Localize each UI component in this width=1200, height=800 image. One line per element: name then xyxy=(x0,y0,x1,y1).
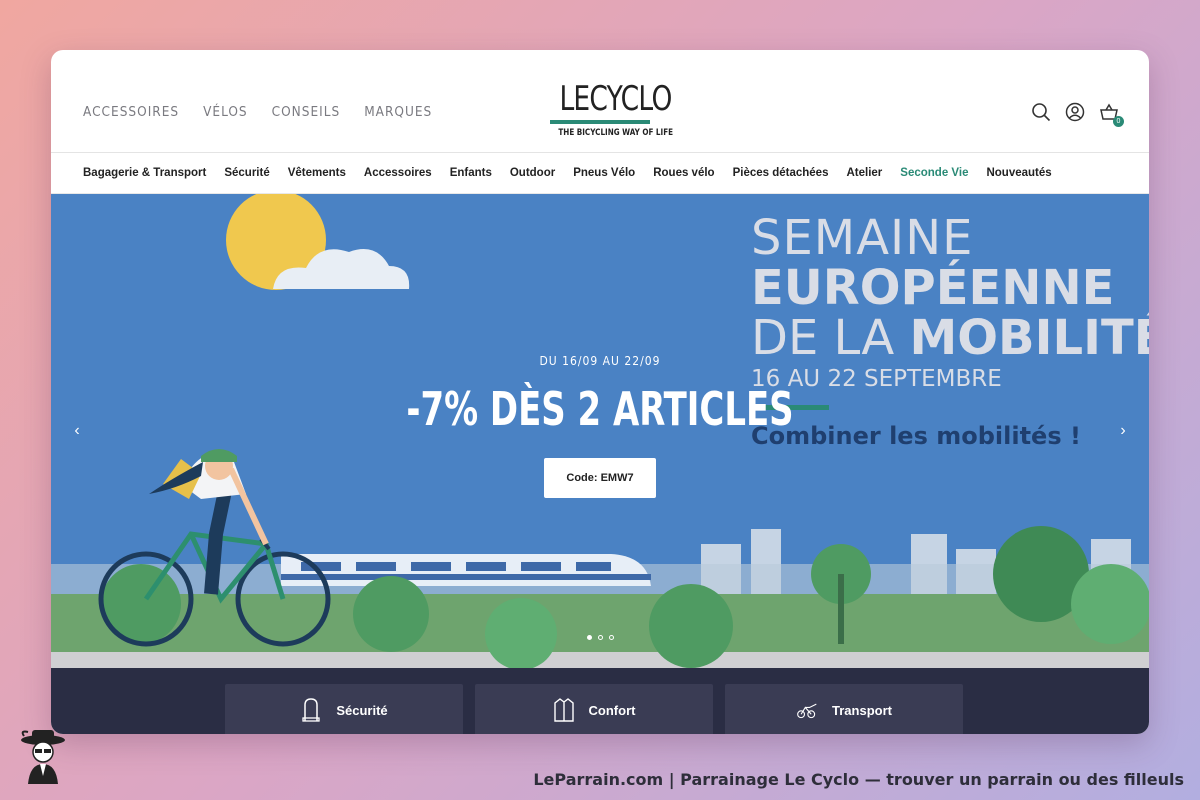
site-logo[interactable]: LECYCLO THE BICYCLING WAY OF LIFE xyxy=(548,79,674,138)
mascot-logo xyxy=(21,730,65,784)
slider-dots xyxy=(51,635,1149,640)
cat-vetements[interactable]: Vêtements xyxy=(288,167,346,179)
footer-caption: LeParrain.com | Parrainage Le Cyclo — tr… xyxy=(533,770,1184,789)
chevron-right-icon[interactable]: › xyxy=(1115,422,1131,440)
browser-window: ACCESSOIRES VÉLOS CONSEILS MARQUES LECYC… xyxy=(51,50,1149,734)
card-confort-label: Confort xyxy=(588,702,636,718)
logo-underline xyxy=(550,120,650,124)
hero-slider: SEMAINE EUROPÉENNE DE LA MOBILITÉ 16 AU … xyxy=(51,194,1149,668)
cart-icon[interactable]: 0 xyxy=(1099,102,1124,127)
account-icon[interactable] xyxy=(1065,102,1085,122)
cat-accessoires[interactable]: Accessoires xyxy=(364,167,432,179)
top-nav: ACCESSOIRES VÉLOS CONSEILS MARQUES xyxy=(83,104,432,120)
header-icons: 0 xyxy=(1031,102,1124,127)
banner-line-2: EUROPÉENNE xyxy=(751,260,1115,316)
banner-line-1: SEMAINE xyxy=(751,210,974,266)
chevron-left-icon[interactable]: ‹ xyxy=(69,422,85,440)
cat-nouveautes[interactable]: Nouveautés xyxy=(986,167,1051,179)
category-strip: Sécurité Confort Transport xyxy=(51,668,1149,734)
cat-pneus-velo[interactable]: Pneus Vélo xyxy=(573,167,635,179)
logo-wordmark: LECYCLO xyxy=(559,79,672,119)
hero-content: DU 16/09 AU 22/09 -7% DÈS 2 ARTICLES Cod… xyxy=(51,354,1149,498)
topnav-velos[interactable]: VÉLOS xyxy=(203,104,248,120)
cat-pieces-detachees[interactable]: Pièces détachées xyxy=(733,167,829,179)
cat-bagagerie-transport[interactable]: Bagagerie & Transport xyxy=(83,167,206,179)
cat-atelier[interactable]: Atelier xyxy=(846,167,882,179)
topnav-conseils[interactable]: CONSEILS xyxy=(272,104,341,120)
bike-trailer-icon xyxy=(797,703,817,719)
cart-count-badge: 0 xyxy=(1113,116,1124,127)
card-confort[interactable]: Confort xyxy=(475,684,713,734)
cat-roues-velo[interactable]: Roues vélo xyxy=(653,167,714,179)
topnav-accessoires[interactable]: ACCESSOIRES xyxy=(83,104,179,120)
lock-icon xyxy=(302,698,320,722)
card-securite-label: Sécurité xyxy=(336,702,388,718)
category-cards: Sécurité Confort Transport xyxy=(225,684,963,734)
logo-tagline: THE BICYCLING WAY OF LIFE xyxy=(558,128,674,138)
cat-seconde-vie[interactable]: Seconde Vie xyxy=(900,167,968,179)
slider-dot-1[interactable] xyxy=(586,635,592,640)
promo-code-button[interactable]: Code: EMW7 xyxy=(544,458,656,498)
site-header: ACCESSOIRES VÉLOS CONSEILS MARQUES LECYC… xyxy=(51,50,1149,153)
card-transport-label: Transport xyxy=(832,702,892,718)
slider-dot-2[interactable] xyxy=(597,635,603,640)
cat-outdoor[interactable]: Outdoor xyxy=(510,167,555,179)
card-securite[interactable]: Sécurité xyxy=(225,684,463,734)
category-nav: Bagagerie & Transport Sécurité Vêtements… xyxy=(51,153,1149,194)
card-transport[interactable]: Transport xyxy=(725,684,963,734)
search-icon[interactable] xyxy=(1031,102,1051,122)
cat-securite[interactable]: Sécurité xyxy=(224,167,269,179)
jacket-icon xyxy=(553,698,574,722)
hero-title: -7% DÈS 2 ARTICLES xyxy=(406,382,794,436)
slider-dot-3[interactable] xyxy=(608,635,614,640)
topnav-marques[interactable]: MARQUES xyxy=(364,104,432,120)
cat-enfants[interactable]: Enfants xyxy=(450,167,492,179)
hero-kicker: DU 16/09 AU 22/09 xyxy=(539,354,661,368)
